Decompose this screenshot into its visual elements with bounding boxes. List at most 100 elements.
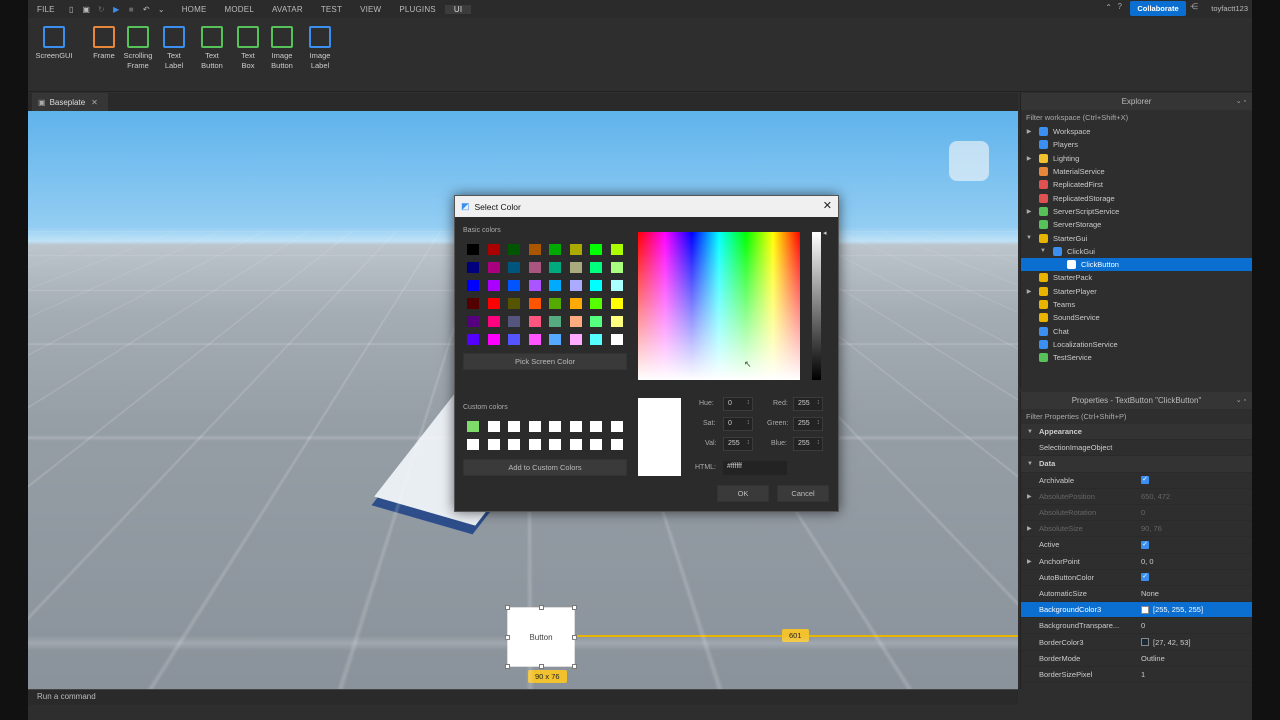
basic-color-swatch[interactable] (549, 316, 561, 327)
property-data[interactable]: ▼ Data (1021, 456, 1252, 473)
property-absoluterotation[interactable]: AbsoluteRotation 0 (1021, 505, 1252, 522)
red-input[interactable]: 255 (793, 397, 823, 411)
basic-color-swatch[interactable] (528, 298, 541, 309)
basic-color-swatch[interactable] (590, 334, 602, 345)
basic-color-swatch[interactable] (508, 334, 520, 345)
ribbon-text-button-button[interactable]: Text Button (192, 26, 232, 71)
basic-color-swatch[interactable] (569, 316, 582, 327)
resize-handle[interactable] (572, 635, 577, 640)
basic-color-swatch[interactable] (590, 298, 602, 309)
menu-file[interactable]: FILE (28, 5, 64, 14)
custom-color-swatch[interactable] (590, 421, 602, 432)
basic-color-swatch[interactable] (569, 334, 582, 345)
basic-color-swatch[interactable] (610, 280, 623, 291)
custom-color-swatch[interactable] (467, 439, 479, 450)
username-label[interactable]: toyfactt123 (1211, 4, 1248, 13)
menu-tab-home[interactable]: HOME (173, 5, 216, 14)
panel-options-icon[interactable]: ⌄ ▫ (1236, 396, 1246, 404)
blue-input[interactable]: 255 (793, 437, 823, 451)
help-icon[interactable]: ? (1118, 2, 1122, 11)
property-value[interactable]: 0 (1141, 508, 1145, 517)
checkbox-checked-icon[interactable]: ✓ (1141, 573, 1149, 582)
basic-color-swatch[interactable] (610, 316, 623, 327)
basic-color-swatch[interactable] (508, 316, 520, 327)
ribbon-image-label-button[interactable]: Image Label (300, 26, 340, 71)
expand-arrow-icon[interactable]: ▶ (1025, 208, 1033, 215)
undo-icon[interactable]: ↶ (142, 5, 151, 14)
explorer-item-players[interactable]: Players (1021, 138, 1252, 151)
property-bordercolor3[interactable]: BorderColor3 [27, 42, 53] (1021, 634, 1252, 651)
menu-tab-avatar[interactable]: AVATAR (263, 5, 312, 14)
property-value[interactable]: 0, 0 (1141, 557, 1154, 566)
checkbox-checked-icon[interactable]: ✓ (1141, 540, 1149, 549)
expand-arrow-icon[interactable]: ▼ (1027, 461, 1033, 467)
property-value[interactable]: ✓ (1141, 540, 1149, 549)
explorer-item-clickbutton[interactable]: ClickButton (1021, 257, 1252, 272)
stop-icon[interactable]: ■ (127, 5, 136, 14)
custom-color-swatch[interactable] (528, 421, 541, 432)
collaborate-button[interactable]: Collaborate (1130, 1, 1186, 16)
expand-arrow-icon[interactable]: ▶ (1025, 155, 1033, 162)
explorer-item-clickgui[interactable]: ▼ ClickGui (1021, 245, 1252, 258)
basic-color-swatch[interactable] (569, 280, 582, 291)
property-anchorpoint[interactable]: ▶ AnchorPoint 0, 0 (1021, 554, 1252, 570)
property-backgroundcolor3[interactable]: BackgroundColor3 [255, 255, 255] (1021, 602, 1252, 619)
property-appearance[interactable]: ▼ Appearance (1021, 424, 1252, 441)
explorer-item-starterplayer[interactable]: ▶ StarterPlayer (1021, 285, 1252, 298)
property-value[interactable]: [27, 42, 53] (1141, 638, 1191, 647)
custom-color-swatch[interactable] (610, 439, 623, 450)
click-button-element[interactable]: Button (507, 607, 575, 667)
basic-color-swatch[interactable] (610, 244, 623, 255)
explorer-item-startergui[interactable]: ▼ StarterGui (1021, 231, 1252, 244)
value-slider[interactable] (812, 232, 821, 380)
resize-handle[interactable] (572, 664, 577, 669)
slider-arrow-icon[interactable]: ◂ (823, 229, 827, 237)
property-value[interactable]: None (1141, 589, 1159, 598)
basic-color-swatch[interactable] (467, 262, 479, 273)
basic-color-swatch[interactable] (528, 262, 541, 273)
custom-color-swatch[interactable] (487, 439, 500, 450)
property-value[interactable]: 1 (1141, 670, 1145, 679)
property-absolutesize[interactable]: ▶ AbsoluteSize 90, 76 (1021, 521, 1252, 538)
custom-color-swatch[interactable] (610, 421, 623, 432)
basic-color-swatch[interactable] (528, 334, 541, 345)
property-value[interactable]: Outline (1141, 654, 1165, 663)
property-value[interactable]: 90, 76 (1141, 524, 1162, 533)
hue-input[interactable]: 0 (723, 397, 753, 411)
basic-color-swatch[interactable] (610, 262, 623, 273)
property-backgroundtranspare-[interactable]: BackgroundTranspare... 0 (1021, 618, 1252, 635)
basic-color-swatch[interactable] (487, 316, 500, 327)
basic-color-swatch[interactable] (549, 280, 561, 291)
basic-color-swatch[interactable] (569, 244, 582, 255)
basic-color-swatch[interactable] (487, 280, 500, 291)
basic-color-swatch[interactable] (528, 280, 541, 291)
custom-color-swatch[interactable] (590, 439, 602, 450)
ribbon-image-button-button[interactable]: Image Button (262, 26, 302, 71)
menu-tab-model[interactable]: MODEL (216, 5, 263, 14)
menu-tab-view[interactable]: VIEW (351, 5, 390, 14)
basic-color-swatch[interactable] (590, 262, 602, 273)
basic-color-swatch[interactable] (508, 298, 520, 309)
property-value[interactable]: ✓ (1141, 573, 1149, 582)
ribbon-scrolling-frame-button[interactable]: Scrolling Frame (118, 26, 158, 71)
close-tab-icon[interactable]: ✕ (91, 98, 98, 107)
explorer-item-materialservice[interactable]: MaterialService (1021, 165, 1252, 178)
html-input[interactable]: #ffffff (723, 461, 787, 475)
resize-handle[interactable] (505, 605, 510, 610)
custom-color-swatch[interactable] (549, 439, 561, 450)
property-value[interactable]: ✓ (1141, 476, 1149, 485)
green-input[interactable]: 255 (793, 417, 823, 431)
custom-color-swatch[interactable] (528, 439, 541, 450)
explorer-item-replicatedstorage[interactable]: ReplicatedStorage (1021, 191, 1252, 204)
basic-color-swatch[interactable] (508, 262, 520, 273)
cancel-button[interactable]: Cancel (777, 485, 829, 502)
resize-handle[interactable] (539, 605, 544, 610)
val-input[interactable]: 255 (723, 437, 753, 451)
view-cube-icon[interactable] (949, 141, 989, 181)
basic-color-swatch[interactable] (467, 316, 479, 327)
close-icon[interactable]: ✕ (823, 199, 832, 213)
quick-access-menu-icon[interactable]: ⌄ (157, 5, 166, 14)
basic-color-swatch[interactable] (467, 280, 479, 291)
explorer-item-chat[interactable]: Chat (1021, 324, 1252, 337)
basic-color-swatch[interactable] (467, 244, 479, 255)
